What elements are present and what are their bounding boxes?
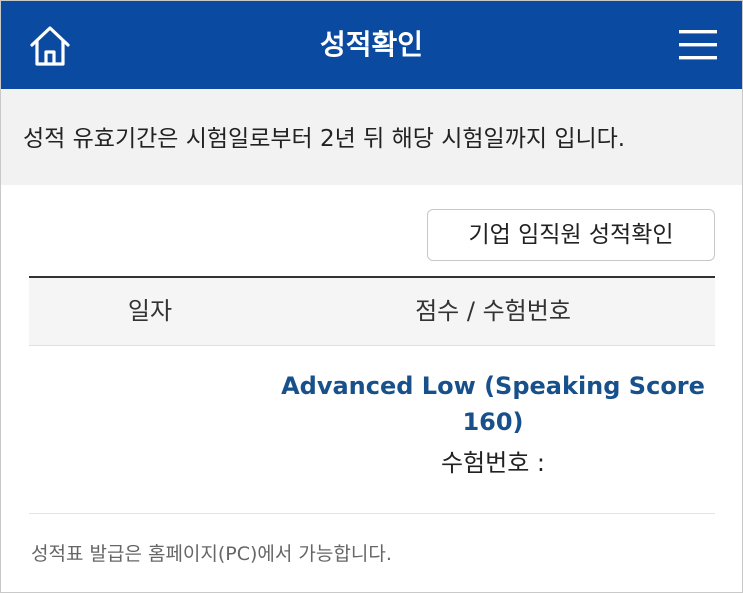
app-header: 성적확인: [1, 1, 742, 89]
home-button[interactable]: [25, 21, 75, 71]
exam-number: 수험번호 :: [271, 446, 715, 480]
table-row: Advanced Low (Speaking Score 160) 수험번호 :: [29, 346, 715, 514]
cell-date: [29, 346, 271, 514]
column-header-date: 일자: [127, 297, 173, 325]
column-header-score: 점수 / 수험번호: [415, 297, 571, 325]
cell-score: Advanced Low (Speaking Score 160) 수험번호 :: [271, 346, 715, 514]
validity-notice-banner: 성적 유효기간은 시험일로부터 2년 뒤 해당 시험일까지 입니다.: [1, 89, 742, 185]
certificate-issue-note: 성적표 발급은 홈페이지(PC)에서 가능합니다.: [31, 543, 392, 565]
score-result-link[interactable]: Advanced Low (Speaking Score 160): [271, 368, 715, 440]
validity-notice-text: 성적 유효기간은 시험일로부터 2년 뒤 해당 시험일까지 입니다.: [23, 126, 626, 152]
exam-number-label: 수험번호 :: [440, 449, 546, 477]
home-icon: [30, 26, 70, 66]
page-title: 성적확인: [319, 28, 424, 61]
score-table-header: 일자 점수 / 수험번호: [29, 276, 715, 346]
score-check-page: 성적확인 성적 유효기간은 시험일로부터 2년 뒤 해당 시험일까지 입니다. …: [0, 0, 743, 593]
hamburger-menu-icon: [679, 30, 717, 60]
menu-button[interactable]: [678, 25, 718, 65]
corporate-employee-score-button[interactable]: 기업 임직원 성적확인: [427, 209, 715, 261]
